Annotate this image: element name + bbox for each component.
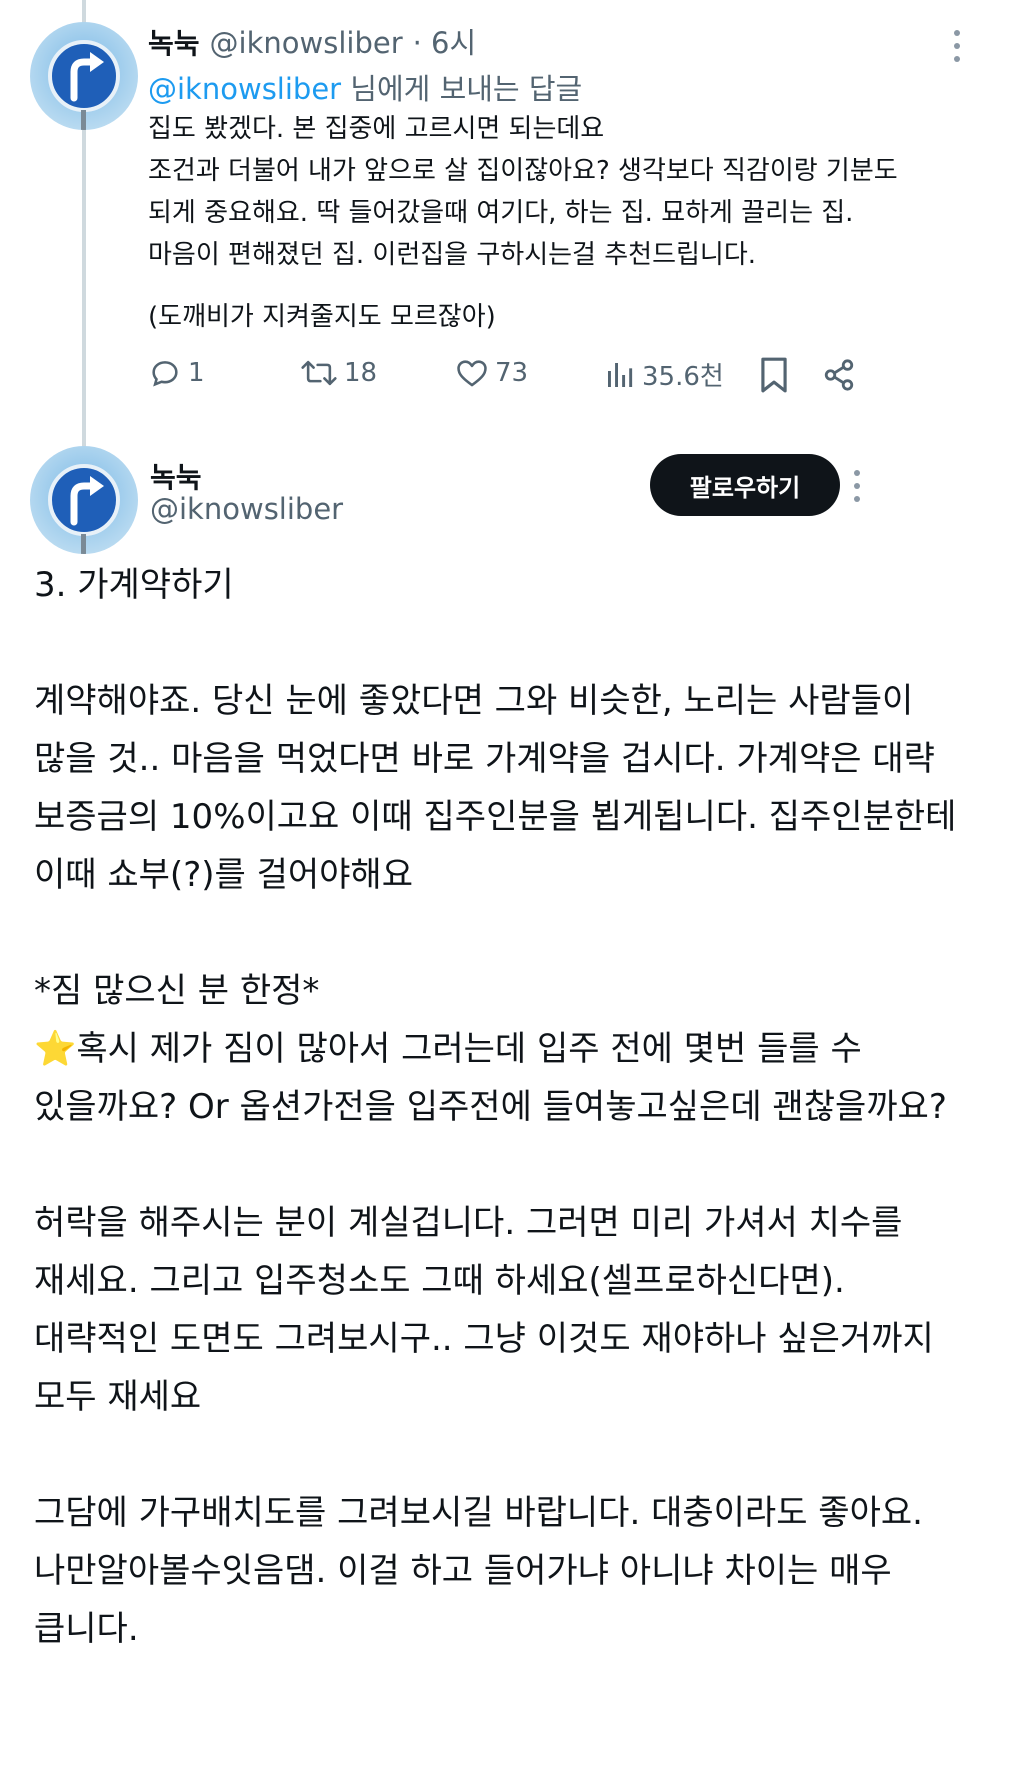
views-chart-icon bbox=[608, 362, 633, 387]
paragraph-title: *짐 많으신 분 한정* bbox=[34, 971, 320, 1011]
reply-icon bbox=[152, 361, 178, 387]
paragraph: 그담에 가구배치도를 그려보시길 바랍니다. 대충이라도 좋아요. 나만알아볼수… bbox=[34, 1493, 923, 1649]
reply-tweet-text: 집도 봤겠다. 본 집중에 고르시면 되는데요 조건과 더불어 내가 앞으로 살… bbox=[148, 114, 898, 270]
section-heading: 3. 가계약하기 bbox=[34, 565, 234, 605]
tweet-time[interactable]: · 6시 bbox=[413, 20, 477, 62]
avatar[interactable] bbox=[30, 446, 138, 554]
paragraph-body: ⭐혹시 제가 짐이 많아서 그러는데 입주 전에 몇번 들를 수 있을까요? O… bbox=[34, 1020, 1014, 1136]
reply-count: 1 bbox=[188, 358, 205, 388]
replying-to-suffix: 님에게 보내는 답글 bbox=[341, 72, 583, 106]
follow-button[interactable]: 팔로우하기 bbox=[650, 454, 840, 516]
like-count: 73 bbox=[495, 358, 529, 388]
reply-tweet-text-extra: (도깨비가 지켜줄지도 모르잖아) bbox=[148, 302, 496, 332]
paragraph: *짐 많으신 분 한정* ⭐혹시 제가 짐이 많아서 그러는데 입주 전에 몇번… bbox=[34, 962, 1014, 1136]
avatar[interactable] bbox=[30, 22, 138, 130]
retweet-count: 18 bbox=[344, 358, 378, 388]
like-button[interactable]: 73 bbox=[455, 356, 528, 390]
mention-link[interactable]: @iknowsliber bbox=[148, 72, 341, 106]
tweet-body: 3. 가계약하기 계약해야죠. 당신 눈에 좋았다면 그와 비슷한, 노리는 사… bbox=[34, 556, 1014, 1716]
author-name[interactable]: 녹눅 bbox=[150, 456, 202, 496]
author-handle[interactable]: @iknowsliber bbox=[150, 492, 343, 526]
share-icon bbox=[824, 359, 854, 391]
views-button[interactable]: 35.6천 bbox=[604, 356, 724, 393]
author-name[interactable]: 녹눅 bbox=[148, 22, 200, 62]
bookmark-icon bbox=[761, 357, 787, 393]
star-icon: ⭐ bbox=[34, 1029, 77, 1069]
road-sign-icon bbox=[48, 40, 120, 130]
views-count: 35.6천 bbox=[642, 362, 724, 392]
author-handle[interactable]: @iknowsliber bbox=[210, 26, 403, 60]
paragraph-text: 혹시 제가 짐이 많아서 그러는데 입주 전에 몇번 들를 수 있을까요? Or… bbox=[34, 1029, 947, 1127]
road-sign-icon bbox=[48, 464, 120, 554]
paragraph: 계약해야죠. 당신 눈에 좋았다면 그와 비슷한, 노리는 사람들이 많을 것.… bbox=[34, 681, 957, 895]
bookmark-button[interactable] bbox=[758, 356, 790, 398]
reply-tweet-header: 녹눅 @iknowsliber · 6시 bbox=[148, 20, 476, 62]
retweet-icon bbox=[301, 360, 337, 386]
reply-button[interactable]: 1 bbox=[148, 356, 205, 390]
more-options-icon[interactable] bbox=[942, 30, 972, 62]
share-button[interactable] bbox=[822, 358, 856, 396]
replying-to: @iknowsliber 님에게 보내는 답글 bbox=[148, 66, 582, 108]
heart-icon bbox=[457, 360, 487, 387]
retweet-button[interactable]: 18 bbox=[300, 356, 377, 390]
paragraph: 허락을 해주시는 분이 계실겁니다. 그러면 미리 가셔서 치수를 재세요. 그… bbox=[34, 1203, 934, 1417]
more-options-icon[interactable] bbox=[842, 470, 872, 502]
